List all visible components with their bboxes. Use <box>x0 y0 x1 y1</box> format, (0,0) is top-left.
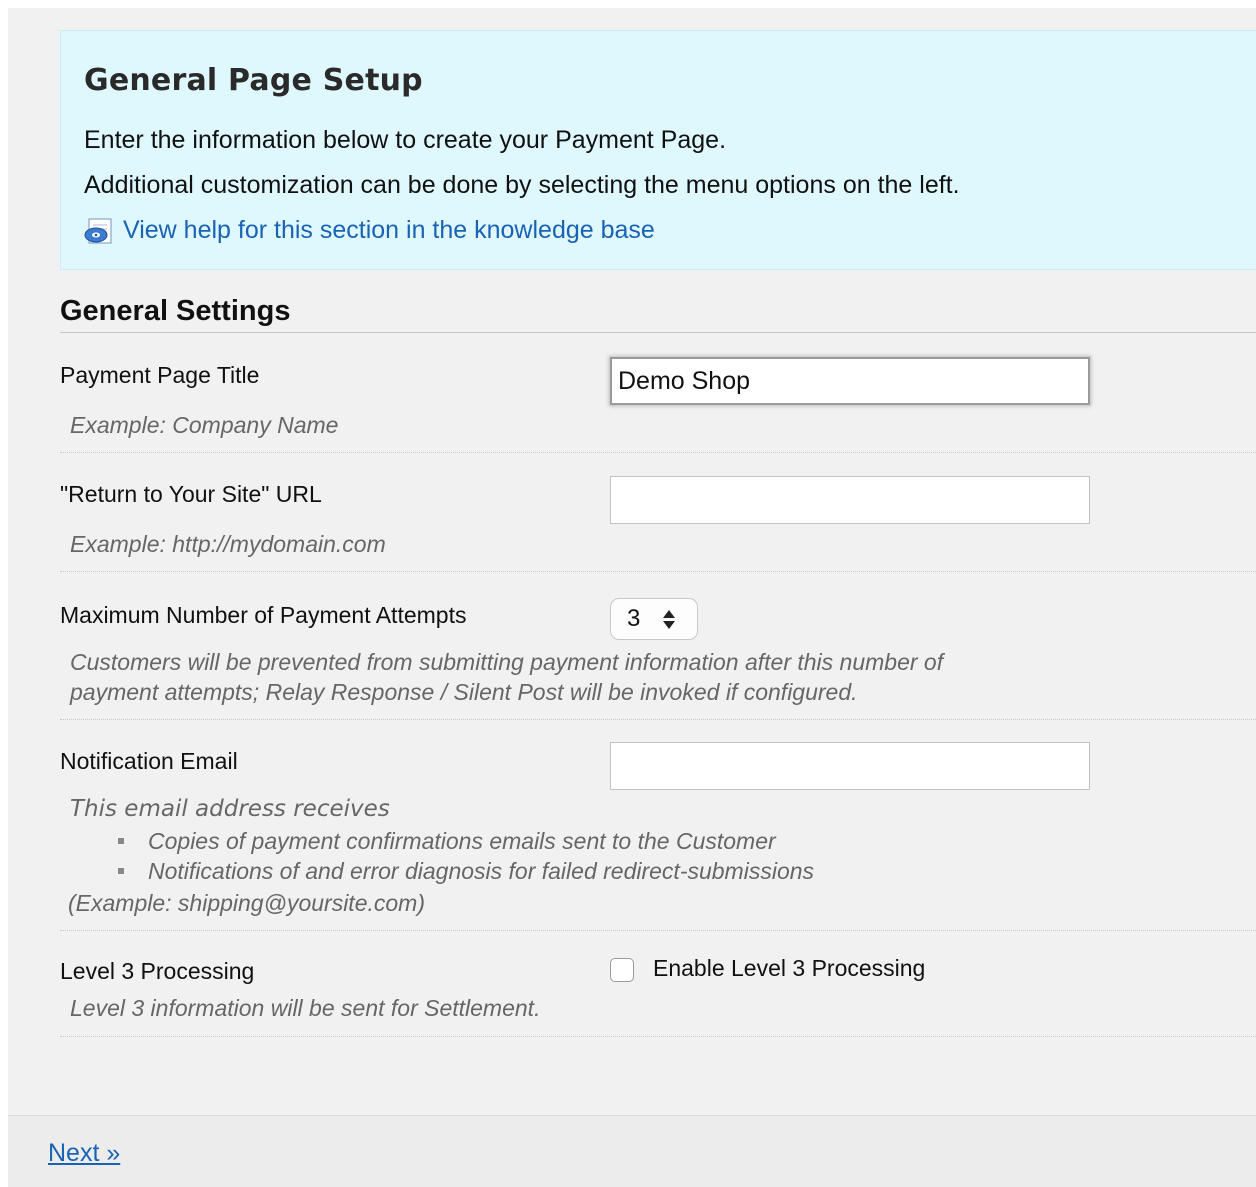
max-attempts-value: 3 <box>627 605 641 632</box>
bullet-square-icon <box>118 868 124 874</box>
up-down-arrows-icon <box>663 609 675 629</box>
notification-email-input[interactable] <box>610 742 1090 790</box>
page-container: General Page Setup Enter the information… <box>8 8 1256 1187</box>
help-document-icon <box>84 217 112 244</box>
setup-customization-text: Additional customization can be done by … <box>84 171 960 199</box>
max-attempts-hint-line2: payment attempts; Relay Response / Silen… <box>70 679 858 705</box>
payment-page-title-hint: Example: Company Name <box>70 412 339 438</box>
row-divider <box>60 1036 1256 1037</box>
level3-checkbox[interactable] <box>610 958 634 982</box>
level3-hint: Level 3 information will be sent for Set… <box>70 995 541 1021</box>
max-attempts-hint-line1: Customers will be prevented from submitt… <box>70 649 944 675</box>
section-title: General Settings <box>60 295 291 327</box>
level3-label: Level 3 Processing <box>60 958 255 984</box>
return-url-hint: Example: http://mydomain.com <box>70 531 386 557</box>
section-divider <box>60 332 1256 333</box>
row-divider <box>60 571 1256 572</box>
setup-title: General Page Setup <box>84 63 423 98</box>
payment-page-title-input[interactable] <box>610 357 1090 405</box>
row-divider <box>60 719 1256 720</box>
list-item: Copies of payment confirmations emails s… <box>118 826 814 856</box>
next-link[interactable]: Next » <box>48 1139 120 1168</box>
notification-email-bullet-list: Copies of payment confirmations emails s… <box>118 826 814 886</box>
list-item: Notifications of and error diagnosis for… <box>118 856 814 886</box>
level3-checkbox-label[interactable]: Enable Level 3 Processing <box>653 955 925 982</box>
help-link-text[interactable]: View help for this section in the knowle… <box>123 216 655 245</box>
setup-intro-text: Enter the information below to create yo… <box>84 126 727 154</box>
notification-email-hint-heading: This email address receives <box>70 796 390 822</box>
notification-email-example: (Example: shipping@yoursite.com) <box>68 890 425 916</box>
bullet-text: Copies of payment confirmations emails s… <box>148 828 776 854</box>
footer-bar <box>8 1116 1256 1187</box>
payment-page-title-label: Payment Page Title <box>60 362 260 388</box>
row-divider <box>60 452 1256 453</box>
bullet-square-icon <box>118 838 124 844</box>
return-url-input[interactable] <box>610 476 1090 524</box>
knowledge-base-help-link[interactable]: View help for this section in the knowle… <box>83 216 655 245</box>
setup-info-box: General Page Setup Enter the information… <box>60 30 1256 270</box>
return-url-label: "Return to Your Site" URL <box>60 481 322 507</box>
max-attempts-select[interactable]: 3 <box>610 598 698 640</box>
max-attempts-label: Maximum Number of Payment Attempts <box>60 602 467 628</box>
row-divider <box>60 930 1256 931</box>
notification-email-label: Notification Email <box>60 748 238 774</box>
bullet-text: Notifications of and error diagnosis for… <box>148 858 815 884</box>
